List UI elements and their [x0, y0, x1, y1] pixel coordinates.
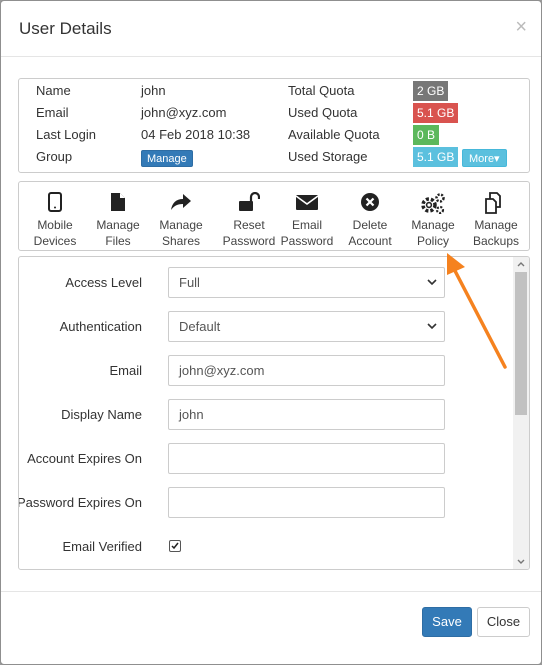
display-name-row: Display Name john: [19, 399, 509, 431]
email-label: Email: [36, 105, 69, 120]
manage-backups-button[interactable]: Manage Backups: [465, 182, 527, 250]
name-label: Name: [36, 83, 71, 98]
copy-icon: [485, 192, 501, 214]
user-info-panel: Name john Email john@xyz.com Last Login …: [18, 78, 530, 173]
password-expires-label: Password Expires On: [18, 495, 142, 510]
file-icon: [111, 193, 125, 211]
used-storage-badge: 5.1 GB: [413, 147, 459, 167]
last-login-value: 04 Feb 2018 10:38: [141, 127, 251, 142]
mobile-devices-button[interactable]: Mobile Devices: [24, 182, 86, 250]
tool-label-line2: Backups: [472, 234, 520, 248]
access-level-row: Access Level Full: [19, 267, 509, 299]
dialog-footer: Save Close: [1, 591, 541, 664]
checkmark-icon: [171, 542, 179, 550]
user-details-dialog: User Details × Name john Email john@xyz.…: [0, 0, 542, 665]
manage-shares-button[interactable]: Manage Shares: [150, 182, 212, 250]
save-button[interactable]: Save: [422, 607, 472, 637]
email-verified-checkbox[interactable]: [169, 540, 181, 552]
email-password-button[interactable]: Email Password: [276, 182, 338, 250]
email-verified-row: Email Verified: [19, 531, 509, 563]
scroll-down-icon[interactable]: [513, 555, 529, 569]
display-name-label: Display Name: [61, 407, 142, 422]
action-toolbar: Mobile Devices Manage Files Manage Shares R…: [18, 181, 530, 251]
gears-icon: [421, 193, 445, 214]
tool-label-line1: Manage: [159, 218, 203, 232]
total-quota-badge: 2 GB: [413, 81, 449, 101]
more-button[interactable]: More▾: [462, 149, 507, 167]
name-value: john: [141, 83, 166, 98]
tool-label-line2: Shares: [161, 234, 201, 248]
tool-label-line1: Manage: [474, 218, 518, 232]
authentication-label: Authentication: [59, 319, 142, 334]
account-expires-field[interactable]: [168, 443, 445, 474]
tablet-icon: [48, 192, 62, 212]
email-field-label: Email: [109, 363, 142, 378]
delete-icon: [361, 193, 379, 211]
close-button[interactable]: Close: [477, 607, 530, 637]
dialog-title: User Details: [19, 19, 112, 38]
password-expires-field[interactable]: [168, 487, 445, 518]
share-icon: [171, 194, 191, 210]
access-level-value: Full: [179, 275, 200, 290]
password-expires-row: Password Expires On: [19, 487, 509, 519]
used-quota-label: Used Quota: [288, 105, 358, 120]
total-quota-label: Total Quota: [288, 83, 355, 98]
envelope-icon: [295, 195, 319, 210]
authentication-row: Authentication Default: [19, 311, 509, 343]
annotation-arrow-icon: [447, 253, 507, 369]
authentication-select[interactable]: Default: [168, 311, 445, 342]
email-row: Email john@xyz.com: [19, 355, 509, 387]
delete-account-button[interactable]: Delete Account: [339, 182, 401, 250]
unlock-icon: [239, 192, 260, 211]
group-label: Group: [36, 149, 73, 164]
email-value: john@xyz.com: [141, 105, 227, 120]
email-field[interactable]: john@xyz.com: [168, 355, 445, 386]
authentication-value: Default: [179, 319, 221, 334]
close-icon[interactable]: ×: [515, 17, 527, 37]
used-quota-badge: 5.1 GB: [413, 103, 459, 123]
dialog-header: User Details ×: [1, 1, 541, 57]
chevron-down-icon: [427, 279, 437, 286]
chevron-down-icon: [427, 323, 437, 330]
manage-files-button[interactable]: Manage Files: [87, 182, 149, 250]
used-storage-label: Used Storage: [288, 149, 368, 164]
email-verified-label: Email Verified: [62, 539, 142, 554]
account-expires-label: Account Expires On: [27, 451, 142, 466]
display-name-field[interactable]: john: [168, 399, 445, 430]
access-level-label: Access Level: [65, 275, 142, 290]
manage-policy-button[interactable]: Manage Policy: [402, 182, 464, 250]
account-expires-row: Account Expires On: [19, 443, 509, 475]
available-quota-badge: 0 B: [413, 125, 440, 145]
available-quota-label: Available Quota: [288, 127, 380, 142]
access-level-select[interactable]: Full: [168, 267, 445, 298]
manage-group-button[interactable]: Manage: [141, 150, 193, 167]
last-login-label: Last Login: [36, 127, 96, 142]
